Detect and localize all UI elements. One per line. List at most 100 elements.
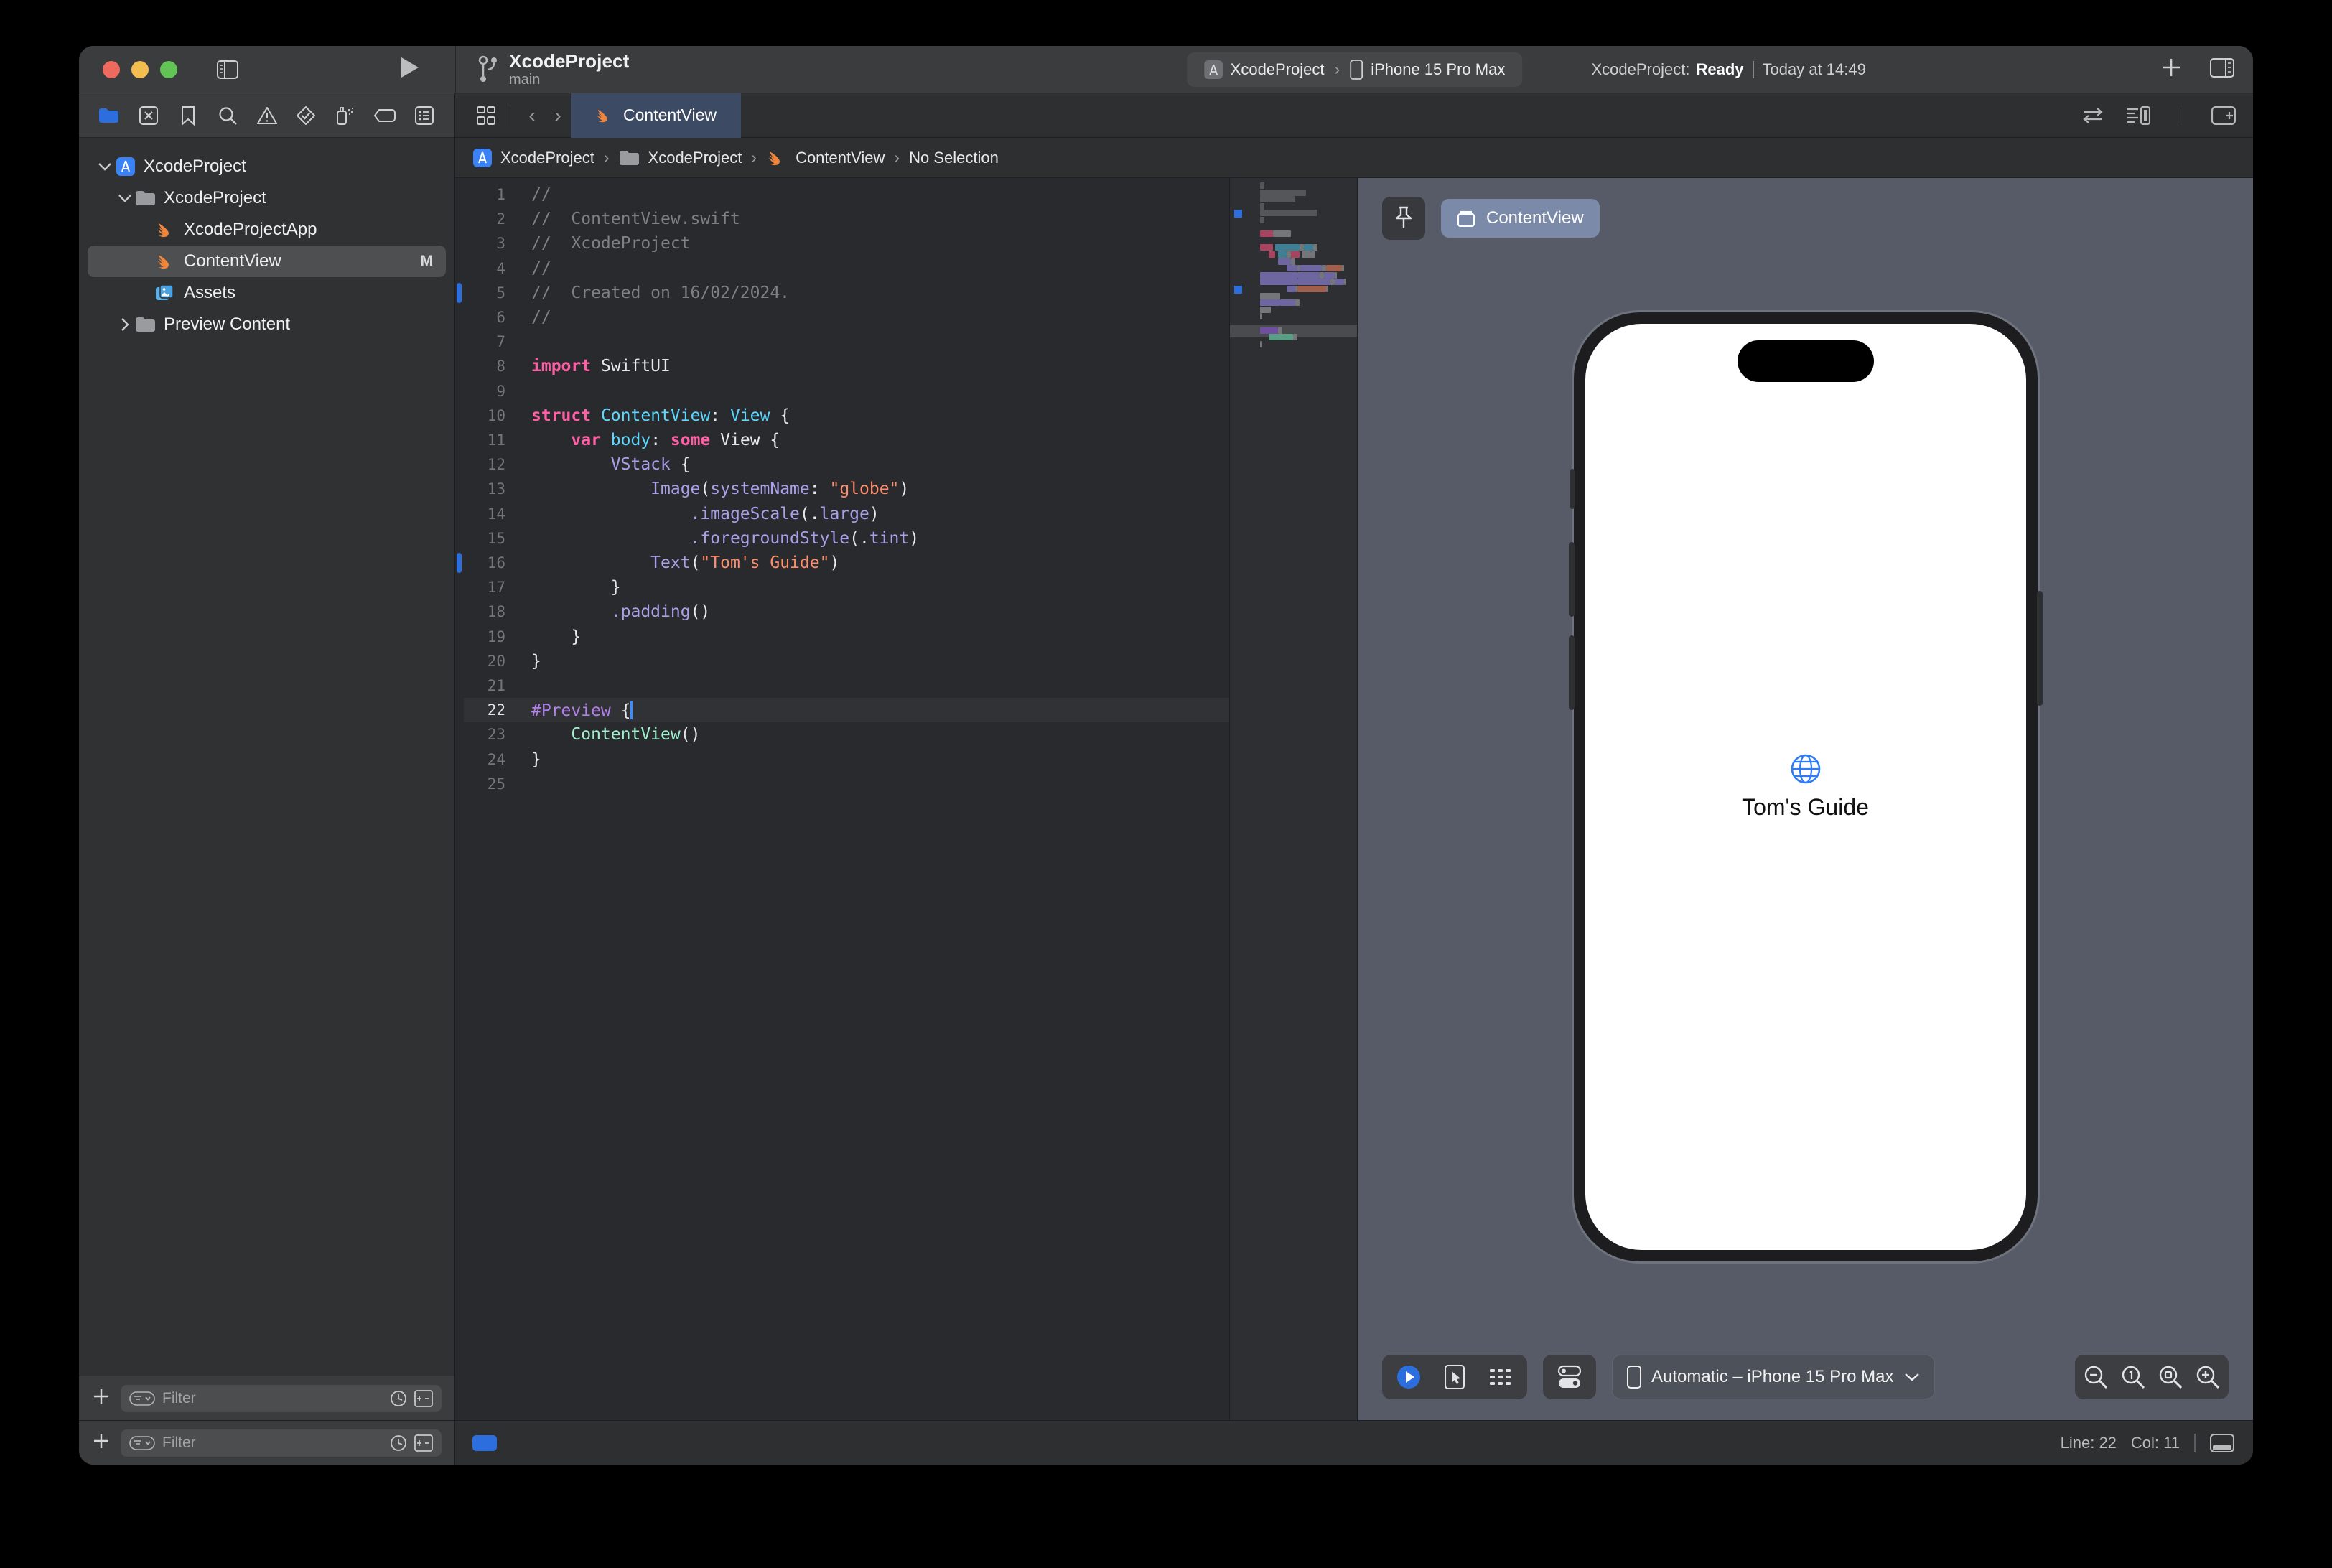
status-filter-input[interactable]: Filter (121, 1429, 442, 1457)
code-line[interactable]: 7 (464, 330, 1229, 354)
navigate-back-button[interactable]: ‹ (519, 104, 545, 127)
project-navigator-tree[interactable]: XcodeProjectXcodeProjectXcodeProjectAppC… (79, 138, 454, 1376)
tree-item-xcodeprojectapp[interactable]: XcodeProjectApp (88, 214, 446, 246)
tree-item-preview-content[interactable]: Preview Content (88, 309, 446, 340)
tests-button[interactable] (292, 101, 320, 130)
tree-item-contentview[interactable]: ContentViewM (88, 246, 446, 277)
chevron-down-icon[interactable] (95, 162, 115, 172)
add-file-button[interactable] (92, 1387, 111, 1409)
code-line[interactable]: 24} (464, 747, 1229, 772)
variants-button[interactable] (1480, 1358, 1521, 1396)
toggle-debug-icon[interactable] (2210, 1434, 2234, 1452)
code-line[interactable]: 8import SwiftUI (464, 354, 1229, 378)
breadcrumb-item-xcodeproject[interactable]: XcodeProject (472, 148, 594, 168)
close-button[interactable] (103, 61, 120, 78)
code-line[interactable]: 3// XcodeProject (464, 231, 1229, 256)
device-preview-area[interactable]: Tom's Guide (1358, 240, 2253, 1334)
code-line[interactable]: 25 (464, 772, 1229, 796)
navigate-forward-button[interactable]: › (545, 104, 571, 127)
add-editor-icon[interactable] (2211, 106, 2236, 125)
tree-item-xcodeproject[interactable]: XcodeProject (88, 182, 446, 214)
zoom-actual-icon[interactable] (2119, 1363, 2147, 1391)
navigator-toolbar (79, 93, 454, 138)
tree-item-xcodeproject[interactable]: XcodeProject (88, 151, 446, 182)
code-editor[interactable]: 1//2// ContentView.swift3// XcodeProject… (455, 178, 1357, 1420)
breakpoints-button[interactable] (370, 101, 399, 130)
search-button[interactable] (213, 101, 242, 130)
swap-editors-icon[interactable] (2081, 107, 2104, 124)
zoom-out-icon[interactable] (2082, 1363, 2109, 1391)
bookmark-button[interactable] (174, 101, 202, 130)
change-marker[interactable] (457, 283, 462, 303)
add-button[interactable] (2160, 56, 2183, 83)
zoom-in-icon[interactable] (2194, 1363, 2221, 1391)
pin-preview-button[interactable] (1382, 197, 1425, 240)
code-line[interactable]: 23 ContentView() (464, 722, 1229, 747)
code-line[interactable]: 22#Preview { (464, 698, 1229, 722)
minimize-button[interactable] (131, 61, 149, 78)
code-lines[interactable]: 1//2// ContentView.swift3// XcodeProject… (464, 178, 1229, 1420)
plus-icon (2160, 56, 2183, 79)
code-line[interactable]: 9 (464, 379, 1229, 403)
folder-icon-button[interactable] (95, 101, 123, 130)
breadcrumb-item-xcodeproject[interactable]: XcodeProject (619, 149, 742, 167)
breadcrumb[interactable]: XcodeProject›XcodeProject›ContentView›No… (455, 138, 2253, 178)
status-add-button[interactable] (92, 1432, 111, 1454)
clock-icon[interactable] (390, 1390, 407, 1407)
code-line[interactable]: 1// (464, 182, 1229, 207)
code-line[interactable]: 6// (464, 305, 1229, 330)
code-line[interactable]: 20} (464, 649, 1229, 673)
scheme-destination[interactable]: iPhone 15 Pro Max (1344, 60, 1511, 80)
code-line[interactable]: 14 .imageScale(.large) (464, 502, 1229, 526)
filter-input[interactable]: Filter (121, 1385, 442, 1412)
project-identity[interactable]: XcodeProject main (477, 51, 629, 88)
code-line[interactable]: 19 } (464, 625, 1229, 649)
code-line[interactable]: 13 Image(systemName: "globe") (464, 477, 1229, 501)
minimap-token (1260, 299, 1280, 306)
code-canvas-icon[interactable] (2126, 106, 2150, 125)
code-line[interactable]: 11 var body: some View { (464, 428, 1229, 452)
tab-grid-button[interactable] (471, 101, 501, 131)
plus-minus-icon[interactable] (414, 1434, 433, 1452)
code-minimap[interactable] (1229, 178, 1357, 1420)
preview-name-pill[interactable]: ContentView (1441, 199, 1600, 238)
toggle-navigator-button[interactable] (212, 54, 243, 85)
navigator-panel: XcodeProjectXcodeProjectXcodeProjectAppC… (79, 93, 455, 1420)
run-button[interactable] (399, 56, 421, 83)
reports-button[interactable] (410, 101, 439, 130)
debug-button[interactable] (331, 101, 360, 130)
selection-tool-button[interactable] (1434, 1358, 1475, 1396)
tab-contentview[interactable]: ContentView (571, 93, 741, 138)
status-time: Today at 14:49 (1763, 60, 1866, 79)
chevron-down-icon[interactable] (115, 193, 135, 203)
breadcrumb-item-no-selection[interactable]: No Selection (909, 149, 999, 167)
zoom-fit-icon[interactable] (2157, 1363, 2184, 1391)
code-line[interactable]: 16 Text("Tom's Guide") (464, 551, 1229, 575)
toggle-inspector-button[interactable] (2210, 58, 2234, 81)
issues-button[interactable] (253, 101, 281, 130)
scheme-target[interactable]: XcodeProject (1198, 60, 1330, 79)
app-target-icon (1204, 60, 1223, 79)
device-settings-button[interactable] (1549, 1358, 1590, 1396)
code-line[interactable]: 17 } (464, 575, 1229, 599)
play-preview-button[interactable] (1388, 1358, 1429, 1396)
build-indicator[interactable] (472, 1435, 497, 1451)
source-control-button[interactable] (134, 101, 163, 130)
maximize-button[interactable] (160, 61, 177, 78)
tree-item-assets[interactable]: Assets (88, 277, 446, 309)
plus-minus-icon[interactable] (414, 1390, 433, 1407)
change-marker[interactable] (457, 553, 462, 573)
code-line[interactable]: 2// ContentView.swift (464, 207, 1229, 231)
clock-icon[interactable] (390, 1434, 407, 1452)
code-line[interactable]: 5// Created on 16/02/2024. (464, 281, 1229, 305)
code-line[interactable]: 18 .padding() (464, 599, 1229, 624)
device-selector[interactable]: Automatic – iPhone 15 Pro Max (1612, 1355, 1935, 1399)
code-line[interactable]: 12 VStack { (464, 452, 1229, 477)
code-line[interactable]: 21 (464, 673, 1229, 698)
breadcrumb-item-contentview[interactable]: ContentView (766, 149, 885, 167)
chevron-right-icon[interactable] (115, 317, 135, 332)
code-line[interactable]: 15 .foregroundStyle(.tint) (464, 526, 1229, 551)
code-line[interactable]: 10struct ContentView: View { (464, 403, 1229, 428)
scheme-selector[interactable]: XcodeProject › iPhone 15 Pro Max (1187, 52, 1523, 87)
code-line[interactable]: 4// (464, 256, 1229, 281)
